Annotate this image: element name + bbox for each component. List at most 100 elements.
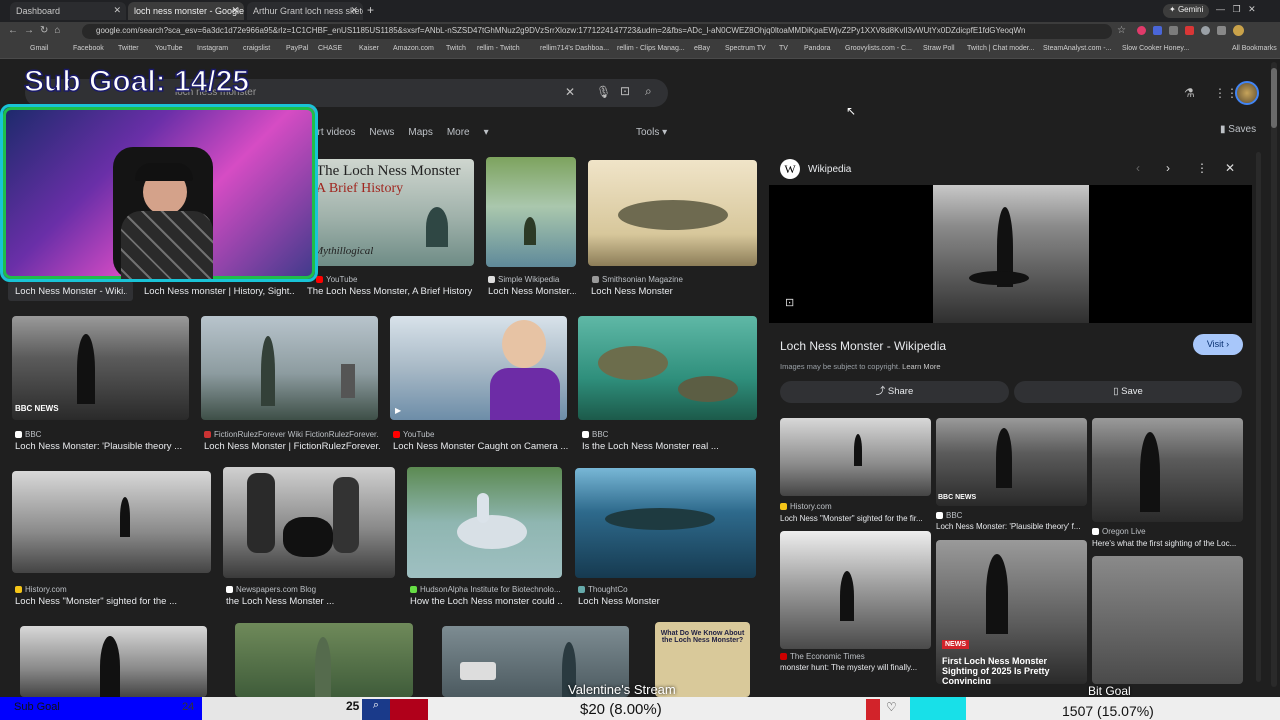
result-title[interactable]: Loch Ness Monster: 'Plausible theory ... xyxy=(15,441,190,452)
related-image[interactable] xyxy=(1092,556,1243,684)
bookmark-item[interactable]: Groovylists.com - C... xyxy=(845,45,912,52)
next-icon[interactable]: › xyxy=(1166,161,1170,175)
bookmark-item[interactable]: Spectrum TV xyxy=(725,45,766,52)
filter-more[interactable]: More xyxy=(447,127,470,138)
panel-source[interactable]: Wikipedia xyxy=(808,164,851,175)
extension-icon[interactable] xyxy=(1185,26,1194,35)
bookmark-item[interactable]: Kaiser xyxy=(359,45,379,52)
clear-icon[interactable]: ✕ xyxy=(565,85,575,99)
page-scrollbar[interactable] xyxy=(1271,62,1277,687)
window-close-icon[interactable]: ✕ xyxy=(1248,4,1256,14)
result-image[interactable] xyxy=(201,316,378,420)
bookmark-item[interactable]: craigslist xyxy=(243,45,270,52)
forward-icon[interactable]: → xyxy=(24,25,40,36)
related-title[interactable]: Loch Ness "Monster" sighted for the fir.… xyxy=(780,514,931,523)
address-bar[interactable]: google.com/search?sca_esv=6a3dc1d72e966a… xyxy=(82,24,1112,39)
bookmark-item[interactable]: Slow Cooker Honey... xyxy=(1122,45,1189,52)
related-image[interactable] xyxy=(780,531,931,649)
bookmark-item[interactable]: rellim - Clips Manag... xyxy=(617,45,685,52)
visit-button[interactable]: Visit › xyxy=(1193,334,1243,355)
close-panel-icon[interactable]: ✕ xyxy=(1225,161,1235,175)
result-image[interactable]: BBC NEWS xyxy=(12,316,189,420)
back-icon[interactable]: ← xyxy=(8,25,24,36)
bookmark-item[interactable]: Pandora xyxy=(804,45,830,52)
related-image[interactable]: NEWS First Loch Ness Monster Sighting of… xyxy=(936,540,1087,684)
result-title[interactable]: Loch Ness Monster... xyxy=(488,286,576,297)
new-tab-icon[interactable]: + xyxy=(367,3,374,17)
home-icon[interactable]: ⌂ xyxy=(54,25,66,36)
result-title[interactable]: Loch Ness "Monster" sighted for the ... xyxy=(15,596,211,607)
filter-maps[interactable]: Maps xyxy=(408,127,432,138)
result-title[interactable]: Is the Loch Ness Monster real ... xyxy=(582,441,758,452)
learn-more-link[interactable]: Learn More xyxy=(902,362,940,371)
result-image[interactable] xyxy=(486,157,576,267)
tab-arthur-grant[interactable]: Arthur Grant loch ness sketch ...✕ xyxy=(247,2,363,20)
bookmark-item[interactable]: eBay xyxy=(694,45,710,52)
panel-scrollbar[interactable] xyxy=(1256,152,1261,682)
bookmark-star-icon[interactable]: ☆ xyxy=(1117,25,1126,36)
bookmark-item[interactable]: All Bookmarks xyxy=(1232,45,1277,52)
filter-news[interactable]: News xyxy=(369,127,394,138)
related-title[interactable]: monster hunt: The mystery will finally..… xyxy=(780,663,931,672)
account-avatar[interactable] xyxy=(1235,81,1259,105)
bookmark-item[interactable]: Twitter xyxy=(118,45,139,52)
share-button[interactable]: ⤴ Share xyxy=(780,381,1009,403)
tab-loch-ness-search[interactable]: loch ness monster - Google Se...✕ xyxy=(128,2,244,20)
result-title[interactable]: Loch Ness Monster Caught on Camera ... xyxy=(393,441,569,452)
restore-icon[interactable]: ❐ xyxy=(1233,4,1241,14)
reload-icon[interactable]: ↻ xyxy=(40,25,54,36)
result-title[interactable]: Loch Ness Monster | FictionRulezForever.… xyxy=(204,441,380,452)
labs-icon[interactable]: ⚗ xyxy=(1184,86,1195,100)
lens-search-icon[interactable]: ⊡ xyxy=(785,296,794,309)
related-title[interactable]: Here's what the first sighting of the Lo… xyxy=(1092,539,1243,548)
result-image[interactable]: The Loch Ness Monster A Brief History My… xyxy=(308,159,474,266)
minimize-icon[interactable]: — xyxy=(1216,4,1225,14)
extension-icon[interactable] xyxy=(1201,26,1210,35)
microphone-icon[interactable]: 🎙 xyxy=(596,85,611,99)
profile-avatar[interactable] xyxy=(1233,25,1244,36)
bookmark-item[interactable]: CHASE xyxy=(318,45,342,52)
extension-icon[interactable] xyxy=(1137,26,1146,35)
related-image[interactable] xyxy=(780,418,931,496)
tab-dashboard[interactable]: Dashboard ✕ xyxy=(10,2,126,20)
bookmark-item[interactable]: YouTube xyxy=(155,45,183,52)
bookmark-item[interactable]: SteamAnalyst.com -... xyxy=(1043,45,1111,52)
result-title[interactable]: Loch Ness Monster - Wiki... xyxy=(15,286,127,297)
result-image[interactable] xyxy=(12,471,211,573)
tools-button[interactable]: Tools ▾ xyxy=(636,127,667,138)
result-title[interactable]: the Loch Ness Monster ... xyxy=(226,596,396,607)
bookmark-item[interactable]: Facebook xyxy=(73,45,104,52)
result-title[interactable]: Loch Ness Monster xyxy=(578,596,756,607)
bookmark-item[interactable]: Twitch | Chat moder... xyxy=(967,45,1035,52)
bookmark-item[interactable]: PayPal xyxy=(286,45,308,52)
result-image[interactable] xyxy=(588,160,757,266)
result-image[interactable] xyxy=(20,626,207,697)
result-image[interactable]: ▶ xyxy=(390,316,567,420)
related-image[interactable] xyxy=(1092,418,1243,522)
result-image[interactable] xyxy=(407,467,562,578)
related-image[interactable]: BBC NEWS xyxy=(936,418,1087,506)
preview-image[interactable] xyxy=(933,185,1089,323)
extension-icon[interactable] xyxy=(1153,26,1162,35)
result-title[interactable]: The Loch Ness Monster, A Brief History..… xyxy=(307,286,472,297)
result-title[interactable]: How the Loch Ness monster could ... xyxy=(410,596,562,607)
saves-button[interactable]: ▮ Saves xyxy=(1220,124,1256,135)
result-image[interactable] xyxy=(575,468,756,578)
close-icon[interactable]: ✕ xyxy=(113,5,121,16)
bookmark-item[interactable]: Gmail xyxy=(30,45,48,52)
bookmark-item[interactable]: rellim - Twitch xyxy=(477,45,520,52)
extension-icon[interactable] xyxy=(1169,26,1178,35)
close-icon[interactable]: ✕ xyxy=(350,5,358,16)
previous-icon[interactable]: ‹ xyxy=(1136,161,1140,175)
lens-icon[interactable]: ⊡ xyxy=(620,84,630,98)
search-icon[interactable]: ⌕ xyxy=(645,84,652,99)
save-button[interactable]: ▯ Save xyxy=(1014,381,1242,403)
bookmark-item[interactable]: Straw Poll xyxy=(923,45,955,52)
result-image[interactable] xyxy=(223,467,395,578)
result-image[interactable] xyxy=(235,623,413,697)
bookmark-item[interactable]: Twitch xyxy=(446,45,466,52)
result-title[interactable]: Loch Ness monster | History, Sight... xyxy=(144,286,294,297)
result-image[interactable] xyxy=(578,316,757,420)
bookmark-item[interactable]: Instagram xyxy=(197,45,228,52)
panel-title[interactable]: Loch Ness Monster - Wikipedia xyxy=(780,339,946,353)
